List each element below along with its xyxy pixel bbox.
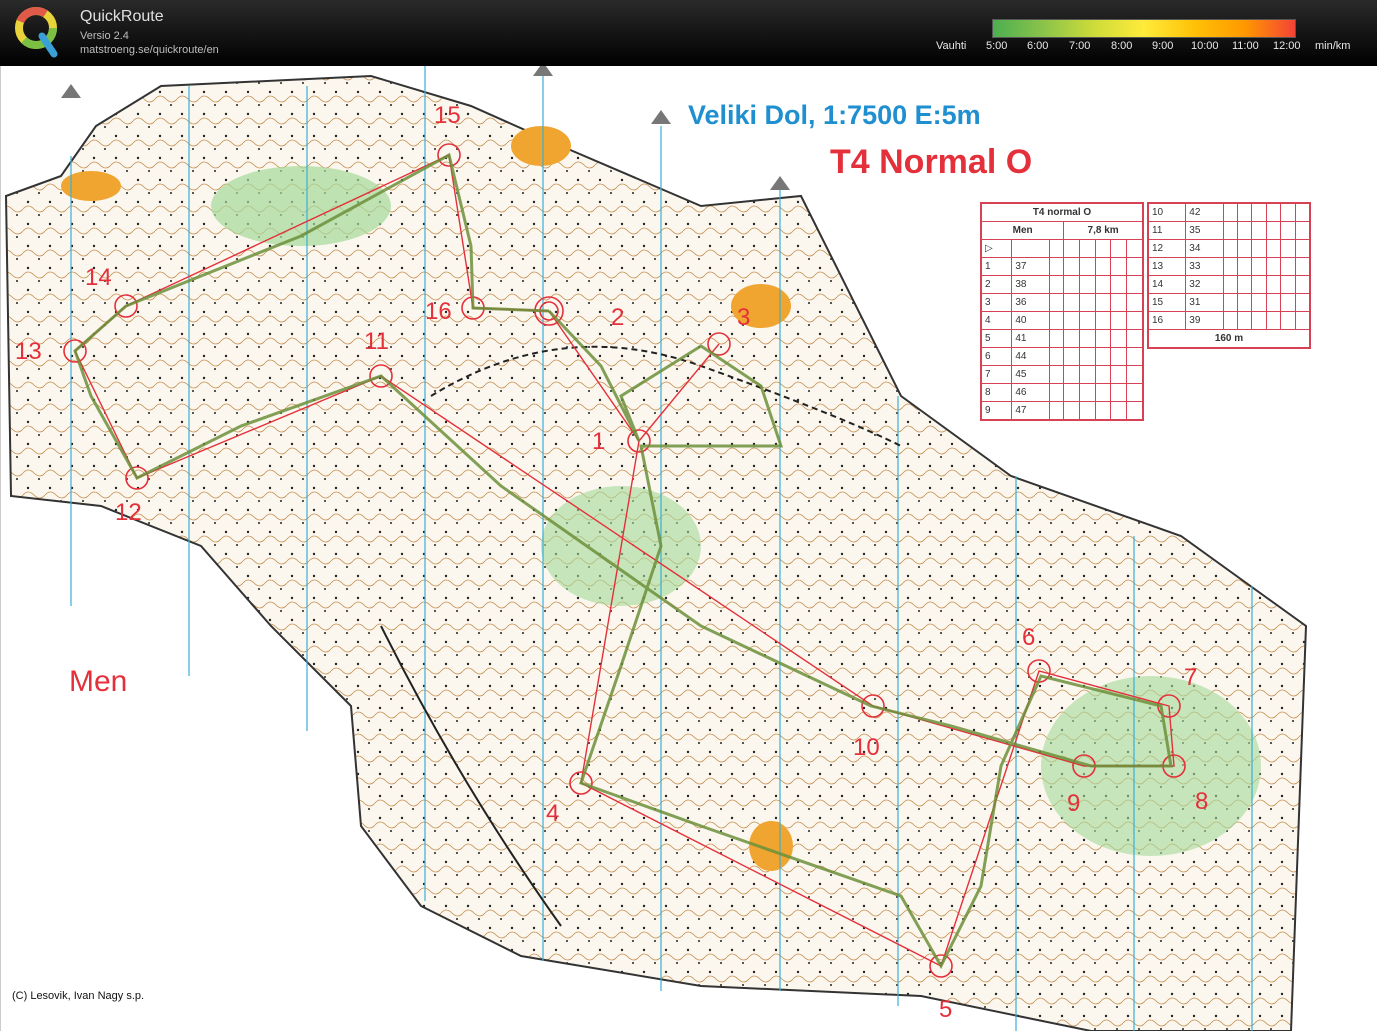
desc-row-num: 8 <box>980 383 1013 402</box>
start-symbol-icon: ▷ <box>980 239 1013 258</box>
app-url: matstroeng.se/quickroute/en <box>80 44 219 56</box>
desc-row-num: 9 <box>980 401 1013 420</box>
control-number: 3 <box>737 304 751 331</box>
control-number: 4 <box>546 800 560 827</box>
category-label: Men <box>69 665 128 698</box>
description-title: T4 normal O <box>981 203 1143 222</box>
map-title: Veliki Dol, 1:7500 E:5m <box>688 100 981 130</box>
desc-row-code: 40 <box>1011 311 1050 330</box>
desc-row-num: 15 <box>1147 293 1187 312</box>
app-title: QuickRoute <box>80 8 164 25</box>
pace-tick: 10:00 <box>1191 40 1219 52</box>
desc-row-code: 32 <box>1185 275 1224 294</box>
pace-tick: 12:00 <box>1273 40 1301 52</box>
orienteering-map[interactable]: Veliki Dol, 1:7500 E:5m T4 Normal O Men … <box>0 66 1377 1031</box>
desc-row-code: 45 <box>1011 365 1050 384</box>
control-number: 15 <box>434 102 461 129</box>
control-description-sheet-right: 10 42 11 35 12 34 13 33 14 32 15 31 16 39 160 m <box>1147 202 1311 349</box>
control-number: 16 <box>425 298 452 325</box>
desc-row-code: 44 <box>1011 347 1050 366</box>
pace-legend-label: Vauhti <box>936 40 967 52</box>
desc-row-num: 3 <box>980 293 1013 312</box>
pace-unit: min/km <box>1315 40 1351 52</box>
desc-row-num: 12 <box>1147 239 1187 258</box>
copyright-notice: (C) Lesovik, Ivan Nagy s.p. <box>12 990 145 1002</box>
desc-row-code: 33 <box>1185 257 1224 276</box>
desc-row-code: 35 <box>1185 221 1224 240</box>
app-header: QuickRoute Versio 2.4 matstroeng.se/quic… <box>0 0 1377 66</box>
course-title: T4 Normal O <box>830 143 1033 181</box>
desc-row-code: 47 <box>1011 401 1050 420</box>
control-description-sheet-left: T4 normal O Men 7,8 km ▷ 1 37 2 38 3 36 4 40… <box>980 202 1144 421</box>
control-number: 5 <box>939 996 953 1023</box>
pace-tick: 11:00 <box>1232 40 1259 52</box>
desc-row-code: 39 <box>1185 311 1224 330</box>
finish-distance: 160 m <box>1148 329 1310 348</box>
desc-row-num: 10 <box>1147 203 1187 222</box>
desc-row-code: 46 <box>1011 383 1050 402</box>
desc-row-code: 38 <box>1011 275 1050 294</box>
control-number: 14 <box>85 264 112 291</box>
desc-row-code: 42 <box>1185 203 1224 222</box>
desc-row-num: 13 <box>1147 257 1187 276</box>
control-number: 6 <box>1022 624 1036 651</box>
desc-row-num: 1 <box>980 257 1013 276</box>
control-number: 1 <box>592 428 606 455</box>
control-number: 12 <box>115 499 142 526</box>
control-number: 10 <box>853 734 880 761</box>
control-number: 13 <box>15 338 42 365</box>
control-number: 7 <box>1184 664 1198 691</box>
desc-row-code: 31 <box>1185 293 1224 312</box>
desc-row-num: 11 <box>1147 221 1187 240</box>
pace-color-scale <box>992 19 1296 38</box>
control-number: 8 <box>1195 788 1209 815</box>
desc-row-num: 2 <box>980 275 1013 294</box>
pace-tick: 7:00 <box>1069 40 1091 52</box>
control-number: 2 <box>611 304 625 331</box>
pace-tick: 9:00 <box>1152 40 1174 52</box>
desc-row-code: 37 <box>1011 257 1050 276</box>
pace-tick: 5:00 <box>986 40 1008 52</box>
description-category: Men <box>980 221 1065 240</box>
desc-row-num: 4 <box>980 311 1013 330</box>
desc-row-code: 36 <box>1011 293 1050 312</box>
desc-row-code: 41 <box>1011 329 1050 348</box>
desc-row-code: 34 <box>1185 239 1224 258</box>
app-version: Versio 2.4 <box>80 30 129 42</box>
description-length: 7,8 km <box>1063 221 1143 240</box>
pace-tick: 6:00 <box>1027 40 1049 52</box>
control-number: 9 <box>1067 790 1081 817</box>
control-number: 11 <box>364 328 389 355</box>
quickroute-logo-icon <box>15 7 58 58</box>
desc-row-num: 7 <box>980 365 1013 384</box>
desc-row-num: 5 <box>980 329 1013 348</box>
pace-tick: 8:00 <box>1111 40 1133 52</box>
desc-row-num: 14 <box>1147 275 1187 294</box>
desc-row-num: 6 <box>980 347 1013 366</box>
desc-row-num: 16 <box>1147 311 1187 330</box>
